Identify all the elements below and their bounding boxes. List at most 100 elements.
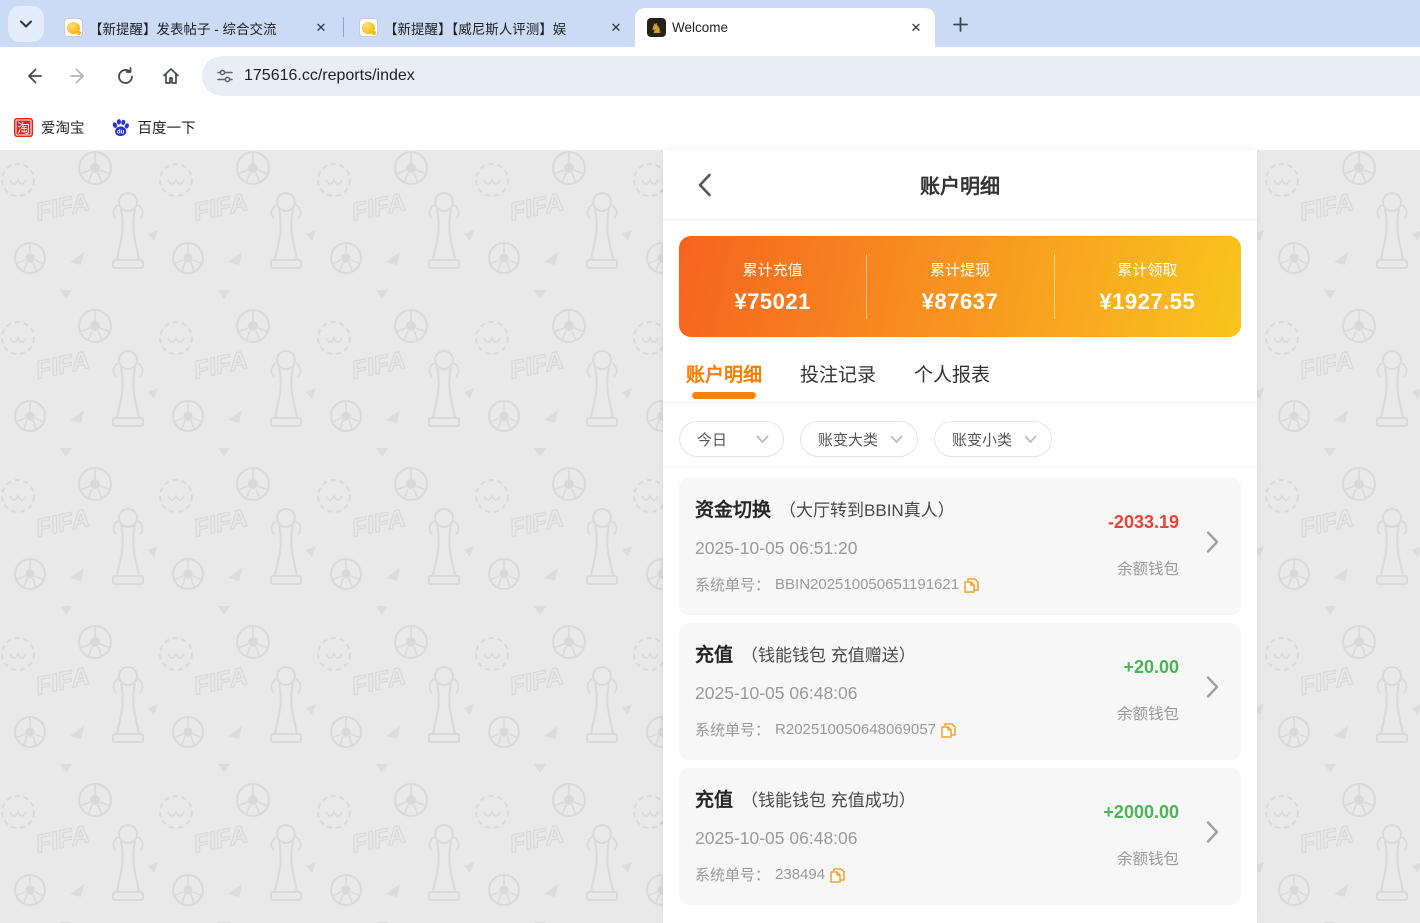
home-button[interactable] <box>153 58 189 94</box>
forum-favicon-icon <box>64 18 83 37</box>
order-number: BBIN202510050651191621 <box>775 576 959 593</box>
tab-label: 账户明细 <box>686 365 762 386</box>
chevron-down-icon <box>1024 435 1037 444</box>
transaction-note: （大厅转到BBIN真人） <box>779 496 955 521</box>
amount: +2000.00 <box>1103 802 1179 823</box>
tab-title: 【新提醒】发表帖子 - 综合交流 <box>89 18 306 38</box>
summary-total-deposit: 累计充值 ¥75021 <box>679 236 866 337</box>
tab-forum-1[interactable]: 【新提醒】发表帖子 - 综合交流 ✕ <box>52 8 340 47</box>
report-tabs: 账户明细 投注记录 个人报表 <box>663 337 1257 403</box>
panel-header: 账户明细 <box>663 150 1257 220</box>
tab-bet-records[interactable]: 投注记录 <box>800 360 876 401</box>
baidu-icon: du <box>111 118 130 137</box>
bookmark-taobao[interactable]: 淘 爱淘宝 <box>14 117 85 138</box>
detail-chevron-icon[interactable] <box>1206 530 1219 554</box>
url-text[interactable]: 175616.cc/reports/index <box>244 67 415 85</box>
copy-icon[interactable] <box>941 722 956 738</box>
transaction-card[interactable]: 资金切换 （大厅转到BBIN真人） 2025-10-05 06:51:20 系统… <box>679 478 1241 615</box>
reload-button[interactable] <box>107 58 143 94</box>
filter-major-type-dropdown[interactable]: 账变大类 <box>800 421 918 457</box>
address-bar[interactable]: 175616.cc/reports/index <box>202 56 1420 96</box>
forward-button[interactable] <box>61 58 97 94</box>
chevron-left-icon <box>697 173 712 197</box>
summary-label: 累计提现 <box>930 259 990 280</box>
order-number: 238494 <box>775 866 825 883</box>
filter-label: 账变小类 <box>952 429 1012 450</box>
chevron-down-icon <box>19 17 33 31</box>
wallet-label: 余额钱包 <box>1108 557 1179 579</box>
filter-label: 今日 <box>697 429 727 450</box>
filter-label: 账变大类 <box>818 429 878 450</box>
svg-text:du: du <box>117 129 125 135</box>
transaction-type: 资金切换 <box>695 495 771 522</box>
wallet-label: 余额钱包 <box>1117 702 1179 724</box>
summary-label: 累计领取 <box>1117 259 1177 280</box>
bookmark-label: 爱淘宝 <box>41 117 85 138</box>
tab-account-detail[interactable]: 账户明细 <box>686 360 762 401</box>
transaction-note: （钱能钱包 充值成功） <box>741 786 916 811</box>
transaction-card[interactable]: 充值 （钱能钱包 充值成功） 2025-10-05 06:48:06 系统单号：… <box>679 768 1241 905</box>
new-tab-button[interactable] <box>945 9 975 39</box>
tab-search-button[interactable] <box>8 6 44 42</box>
browser-toolbar: 175616.cc/reports/index <box>0 47 1420 105</box>
transaction-type: 充值 <box>695 640 733 667</box>
forward-arrow-icon <box>69 66 89 86</box>
order-number: R202510050648069057 <box>775 721 936 738</box>
active-tab-underline <box>692 392 756 399</box>
amount: -2033.19 <box>1108 512 1179 533</box>
chevron-down-icon <box>756 435 769 444</box>
tab-title: Welcome <box>672 20 901 35</box>
bookmarks-bar: 淘 爱淘宝 du 百度一下 <box>0 105 1420 150</box>
filter-row: 今日 账变大类 账变小类 <box>663 403 1257 468</box>
forum-favicon-icon <box>359 18 378 37</box>
order-label: 系统单号： <box>695 864 770 885</box>
plus-icon <box>952 16 969 33</box>
tab-close-icon[interactable]: ✕ <box>607 19 625 37</box>
tab-separator <box>343 17 344 37</box>
site-favicon-icon: ♞ <box>647 18 666 37</box>
order-label: 系统单号： <box>695 719 770 740</box>
back-button[interactable] <box>15 58 51 94</box>
summary-total-withdraw: 累计提现 ¥87637 <box>866 236 1053 337</box>
summary-value: ¥1927.55 <box>1099 289 1195 315</box>
tab-label: 投注记录 <box>800 365 876 386</box>
tab-label: 个人报表 <box>914 365 990 386</box>
bookmark-baidu[interactable]: du 百度一下 <box>111 117 196 138</box>
account-detail-panel: 账户明细 累计充值 ¥75021 累计提现 ¥87637 累计领取 ¥1927.… <box>663 150 1257 923</box>
summary-total-claimed: 累计领取 ¥1927.55 <box>1054 236 1241 337</box>
reload-icon <box>116 67 135 86</box>
detail-chevron-icon[interactable] <box>1206 675 1219 699</box>
copy-icon[interactable] <box>964 577 979 593</box>
wallet-label: 余额钱包 <box>1103 847 1179 869</box>
tab-close-icon[interactable]: ✕ <box>907 19 925 37</box>
transaction-type: 充值 <box>695 785 733 812</box>
tab-forum-2[interactable]: 【新提醒】【威尼斯人评测】娱 ✕ <box>347 8 635 47</box>
transaction-list: 资金切换 （大厅转到BBIN真人） 2025-10-05 06:51:20 系统… <box>663 468 1257 923</box>
tab-strip: 【新提醒】发表帖子 - 综合交流 ✕ 【新提醒】【威尼斯人评测】娱 ✕ ♞ We… <box>0 0 1420 47</box>
tab-close-icon[interactable]: ✕ <box>312 19 330 37</box>
site-settings-icon[interactable] <box>216 67 234 85</box>
home-icon <box>161 66 181 86</box>
page-title: 账户明细 <box>920 170 1000 199</box>
tab-title: 【新提醒】【威尼斯人评测】娱 <box>384 18 601 38</box>
copy-icon[interactable] <box>830 867 845 883</box>
transaction-note: （钱能钱包 充值赠送） <box>741 641 916 666</box>
summary-section: 累计充值 ¥75021 累计提现 ¥87637 累计领取 ¥1927.55 <box>663 220 1257 337</box>
amount: +20.00 <box>1117 657 1179 678</box>
detail-chevron-icon[interactable] <box>1206 820 1219 844</box>
filter-date-dropdown[interactable]: 今日 <box>679 421 784 457</box>
transaction-card[interactable]: 充值 （钱能钱包 充值赠送） 2025-10-05 06:48:06 系统单号：… <box>679 623 1241 760</box>
order-label: 系统单号： <box>695 574 770 595</box>
tab-welcome-active[interactable]: ♞ Welcome ✕ <box>635 8 935 47</box>
page-viewport: FIFA <box>0 150 1420 923</box>
summary-value: ¥75021 <box>734 289 810 315</box>
summary-card: 累计充值 ¥75021 累计提现 ¥87637 累计领取 ¥1927.55 <box>679 236 1241 337</box>
summary-label: 累计充值 <box>743 259 803 280</box>
chevron-down-icon <box>890 435 903 444</box>
bookmark-label: 百度一下 <box>138 117 196 138</box>
filter-minor-type-dropdown[interactable]: 账变小类 <box>934 421 1052 457</box>
summary-value: ¥87637 <box>922 289 998 315</box>
taobao-icon: 淘 <box>14 118 33 137</box>
back-chevron-button[interactable] <box>689 170 719 200</box>
tab-personal-report[interactable]: 个人报表 <box>914 360 990 401</box>
